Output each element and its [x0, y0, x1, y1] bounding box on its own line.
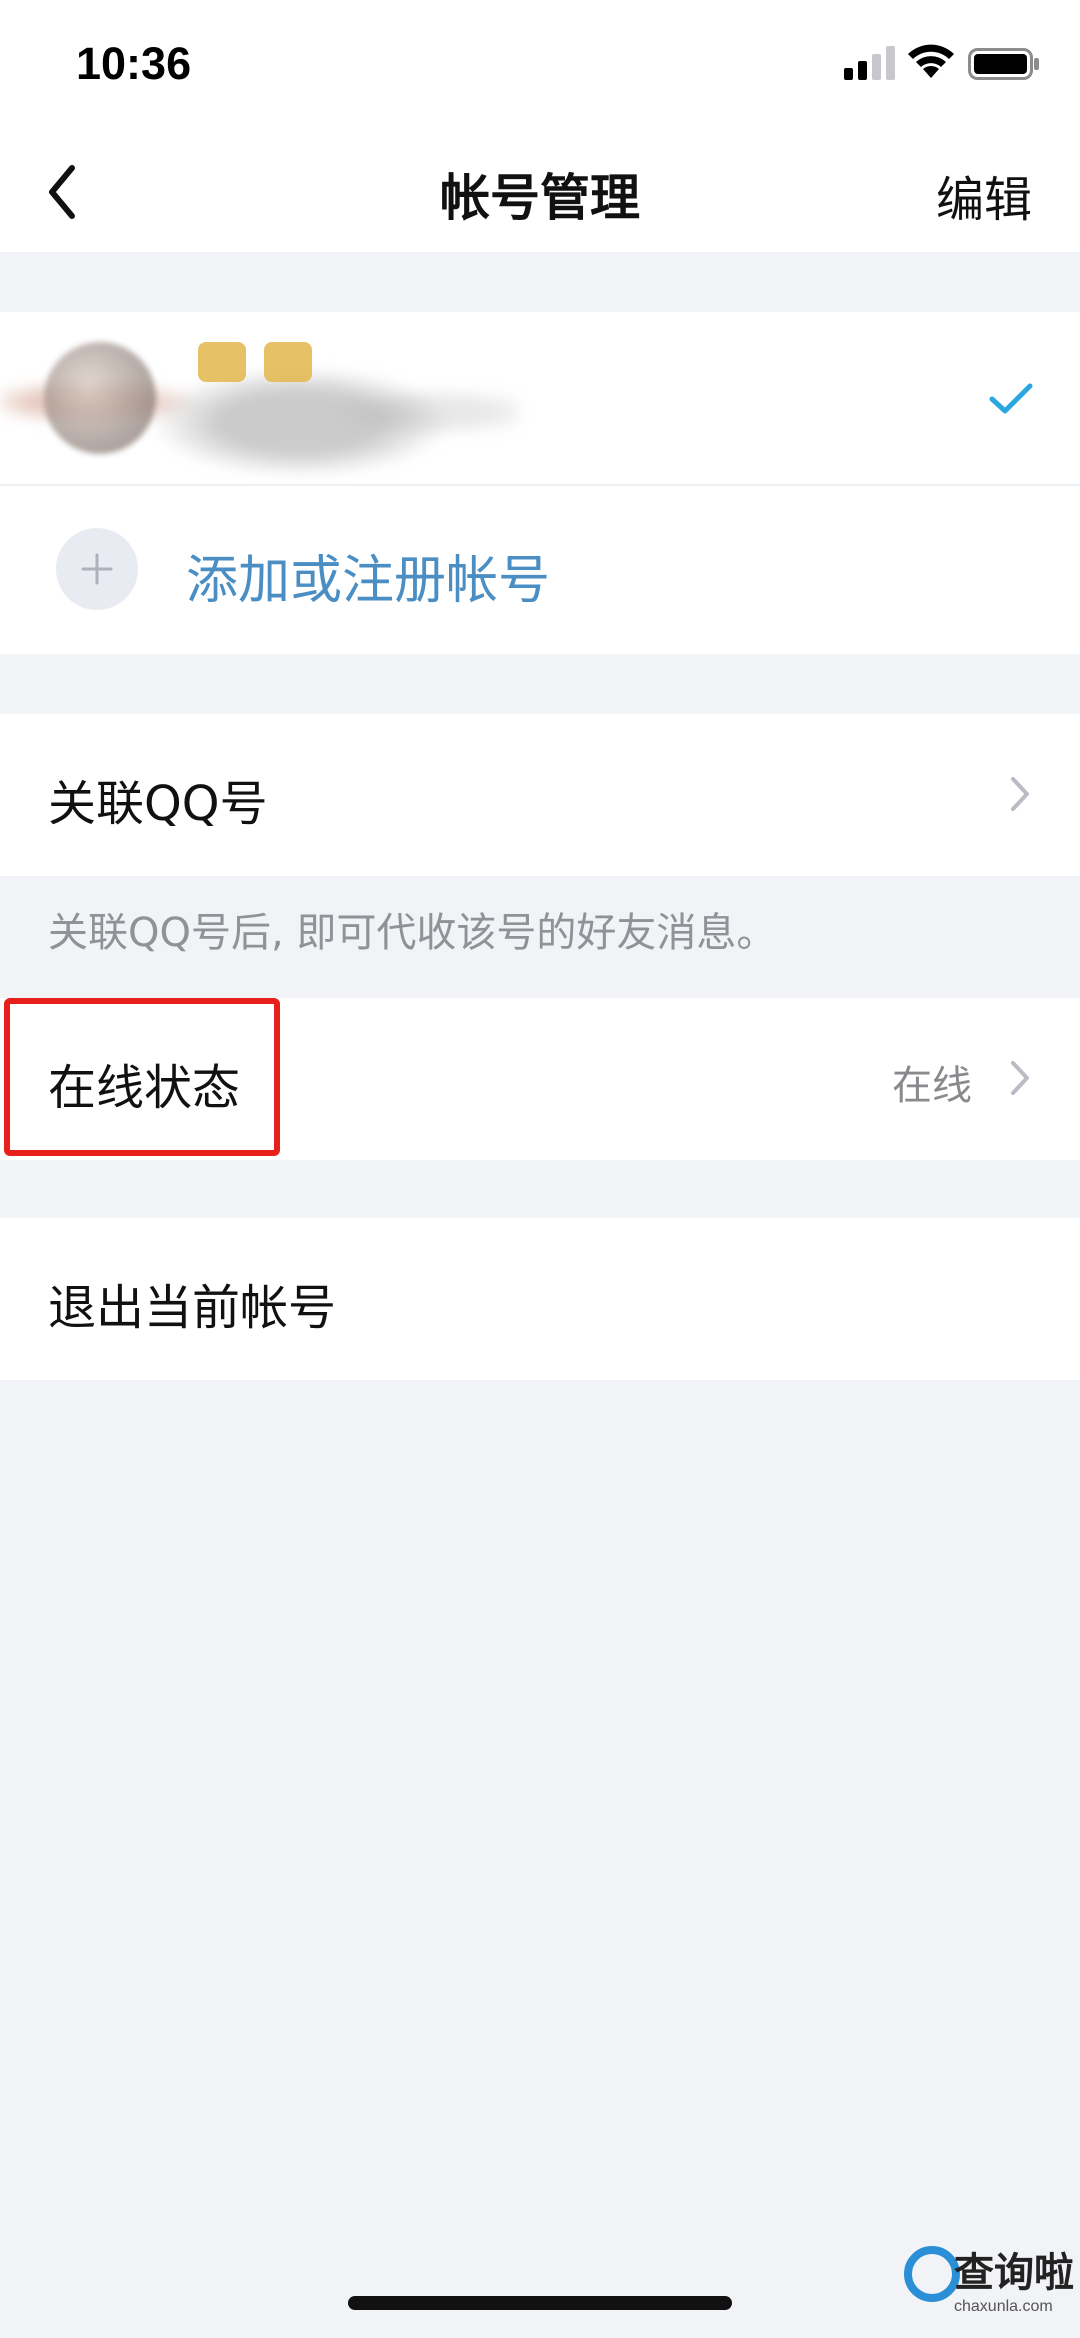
account-badge	[264, 342, 312, 382]
account-badge	[198, 342, 246, 382]
add-account-row[interactable]: 添加或注册帐号	[0, 486, 1080, 654]
edit-button[interactable]: 编辑	[936, 160, 1032, 230]
watermark-logo: 查询啦 chaxunla.com	[904, 2240, 1074, 2326]
chevron-right-icon	[1011, 777, 1029, 811]
current-account-row[interactable]	[0, 312, 1080, 484]
check-icon	[989, 383, 1033, 414]
link-qq-row[interactable]: 关联QQ号	[0, 714, 1080, 876]
link-qq-hint: 关联QQ号后, 即可代收该号的好友消息。	[48, 910, 777, 956]
logout-row[interactable]: 退出当前帐号	[0, 1218, 1080, 1380]
plus-icon	[56, 528, 138, 610]
wifi-icon	[908, 44, 954, 78]
page-title: 帐号管理	[440, 169, 640, 227]
add-account-label: 添加或注册帐号	[186, 551, 551, 611]
signal-icon	[844, 46, 895, 80]
nav-bar: 帐号管理 编辑	[0, 130, 1080, 252]
chevron-right-icon	[1011, 1061, 1029, 1095]
watermark-title: 查询啦	[954, 2250, 1074, 2296]
link-qq-label: 关联QQ号	[48, 776, 268, 832]
home-indicator	[348, 2296, 732, 2310]
status-bar: 10:36	[0, 0, 1080, 130]
highlight-box	[4, 998, 280, 1156]
status-time: 10:36	[76, 38, 192, 89]
avatar	[44, 342, 156, 454]
battery-icon	[968, 48, 1039, 80]
online-status-value: 在线	[892, 1063, 972, 1109]
logout-label: 退出当前帐号	[48, 1280, 337, 1336]
account-section: 添加或注册帐号	[0, 312, 1080, 654]
watermark-url: chaxunla.com	[954, 2298, 1053, 2315]
watermark-q-icon	[904, 2246, 960, 2302]
